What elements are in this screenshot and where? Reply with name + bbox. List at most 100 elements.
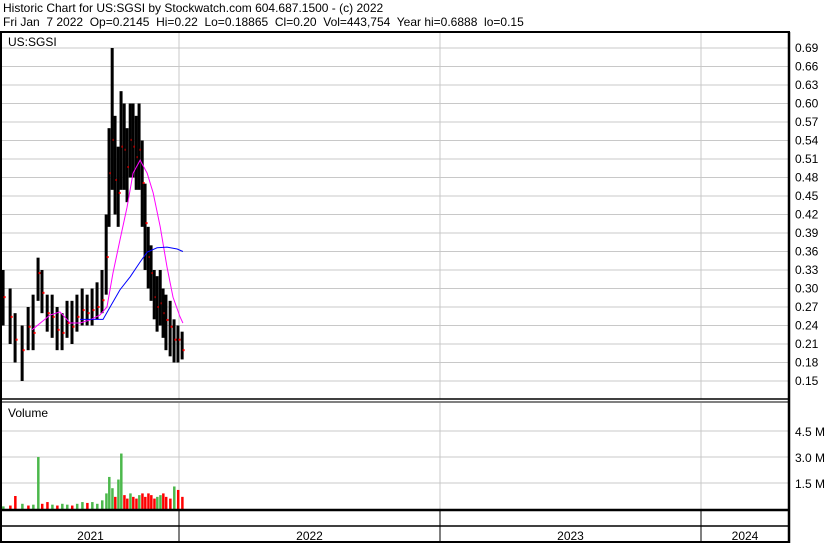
price-tick-label: 0.66: [795, 60, 819, 74]
volume-bar: [173, 486, 176, 509]
price-bar: [164, 294, 168, 351]
volume-bar: [96, 503, 99, 509]
volume-bar: [51, 504, 54, 509]
close-marker: [22, 349, 25, 352]
volume-label: Volume: [8, 406, 48, 420]
volume-bar: [120, 453, 123, 509]
price-tick-label: 0.57: [795, 115, 819, 129]
close-marker: [72, 325, 75, 328]
price-bar: [75, 294, 79, 332]
volume-bar: [129, 493, 132, 509]
volume-bar: [147, 493, 150, 509]
stock-chart: US:SGSI Volume 0.690.660.630.600.570.540…: [0, 31, 825, 543]
volume-bar: [81, 502, 84, 509]
close-marker: [102, 299, 105, 302]
close-marker: [47, 312, 50, 315]
close-marker: [38, 272, 41, 275]
volume-bar: [150, 495, 153, 509]
volume-bar: [101, 500, 104, 509]
volume-bar: [27, 505, 30, 509]
price-tick-label: 0.27: [795, 300, 819, 314]
volume-bar: [141, 493, 144, 509]
volume-bar: [66, 504, 69, 509]
price-bar: [40, 270, 44, 314]
close-marker: [10, 315, 13, 318]
price-bar: [20, 325, 24, 381]
volume-bar: [111, 488, 114, 509]
volume-bar: [162, 493, 165, 509]
close-marker: [77, 315, 80, 318]
close-marker: [33, 331, 36, 334]
price-bar: [168, 300, 172, 357]
volume-bar: [135, 498, 138, 509]
price-tick-label: 0.63: [795, 78, 819, 92]
price-tick-label: 0.33: [795, 263, 819, 277]
price-bar: [158, 270, 162, 326]
volume-tick-label: 3.0 M: [795, 451, 825, 465]
price-bar: [31, 294, 35, 351]
price-bar: [26, 307, 30, 351]
volume-bar: [32, 504, 35, 509]
volume-bar: [181, 496, 184, 509]
price-tick-label: 0.21: [795, 337, 819, 351]
price-bar: [110, 48, 114, 190]
close-marker: [28, 325, 31, 328]
volume-bar: [86, 502, 89, 509]
volume-bar: [14, 496, 17, 509]
volume-bar: [156, 496, 159, 509]
volume-bar: [126, 498, 129, 509]
volume-tick-label: 1.5 M: [795, 477, 825, 491]
volume-bar: [2, 506, 5, 509]
close-marker: [15, 338, 18, 341]
year-label: 2023: [557, 529, 584, 543]
volume-bar: [105, 493, 108, 509]
volume-bar: [37, 457, 40, 509]
close-marker: [57, 328, 60, 331]
price-tick-label: 0.69: [795, 41, 819, 55]
price-tick-label: 0.30: [795, 282, 819, 296]
price-bar: [100, 270, 104, 314]
volume-bar: [138, 495, 141, 509]
symbol-label: US:SGSI: [8, 35, 57, 49]
close-marker: [118, 191, 121, 194]
price-tick-label: 0.60: [795, 97, 819, 111]
volume-bar: [21, 503, 24, 509]
volume-bar: [75, 503, 79, 509]
price-bar: [137, 103, 141, 190]
volume-bar: [176, 489, 180, 509]
price-bar: [113, 115, 117, 215]
close-marker: [3, 296, 6, 299]
price-tick-label: 0.39: [795, 226, 819, 240]
price-bar: [155, 276, 159, 332]
price-tick-label: 0.18: [795, 356, 819, 370]
price-bar: [104, 214, 108, 295]
volume-bar: [117, 479, 120, 509]
year-label: 2024: [732, 529, 759, 543]
price-bar: [125, 128, 129, 203]
close-marker: [87, 312, 90, 315]
price-bar: [134, 115, 138, 190]
volume-bar: [159, 495, 162, 509]
volume-bar: [164, 496, 168, 509]
price-bar: [36, 257, 40, 301]
volume-bar: [114, 496, 117, 509]
price-bar: [70, 300, 74, 344]
close-marker: [97, 306, 100, 308]
volume-tick-label: 4.5 M: [795, 425, 825, 439]
price-bar: [172, 319, 176, 363]
volume-bar: [144, 496, 147, 509]
price-tick-label: 0.48: [795, 171, 819, 185]
axis-labels: 0.69 0.66 0.63 0.60 0.57 0.54 0.51 0.48 0.45 0.42…: [77, 41, 825, 543]
volume-bar: [169, 498, 172, 509]
volume-bar: [40, 503, 44, 509]
close-marker: [62, 331, 65, 334]
price-tick-label: 0.51: [795, 152, 819, 166]
moving-average-long: [80, 246, 184, 320]
year-label: 2022: [296, 529, 323, 543]
close-marker: [82, 309, 85, 312]
price-bar: [119, 91, 123, 190]
volume-bar: [91, 502, 94, 509]
volume-series: [2, 453, 184, 509]
price-bar: [180, 331, 184, 360]
price-tick-label: 0.45: [795, 189, 819, 203]
